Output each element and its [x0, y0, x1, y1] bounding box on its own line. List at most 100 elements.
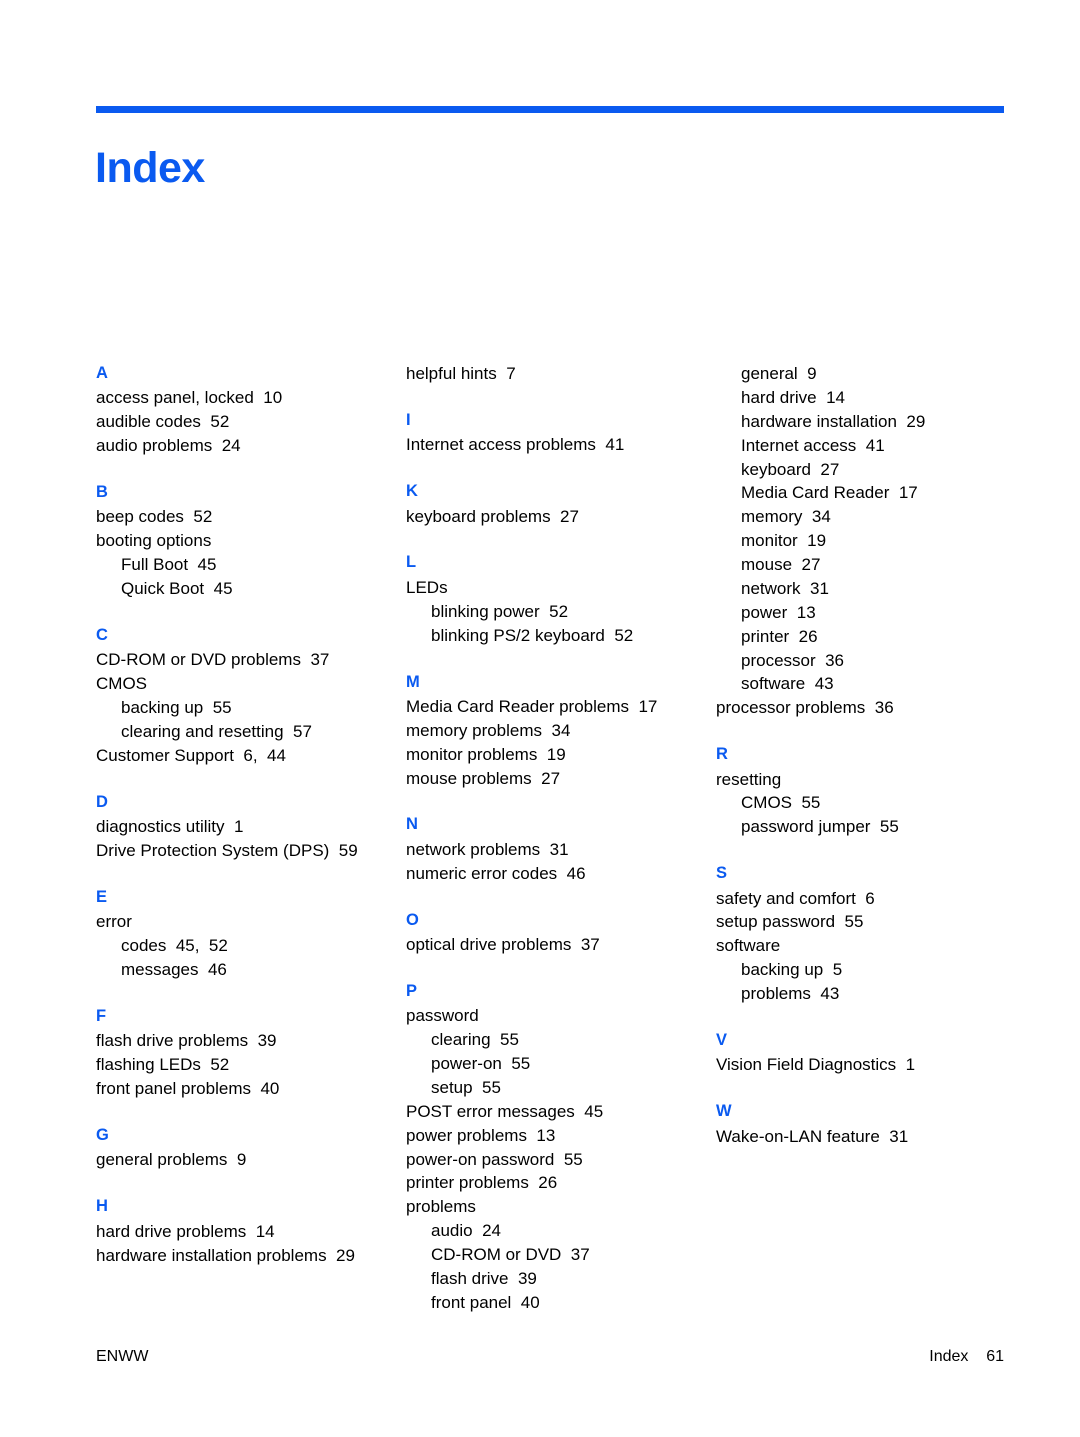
index-entry-locator: 52 [614, 625, 634, 645]
index-entry-locator: 26 [538, 1173, 558, 1193]
index-entry: password jumper 55 [716, 815, 1008, 839]
index-entry-term: hard drive [741, 387, 817, 407]
column-2: helpful hints 7 I Internet access problems… [406, 362, 716, 1315]
letter-heading: D [96, 792, 108, 811]
index-entry: backing up 5 [716, 958, 1008, 982]
index-entry: power 13 [716, 601, 1008, 625]
index-entry-term: Vision Field Diagnostics [716, 1055, 897, 1075]
index-entry-term: Media Card Reader problems [406, 696, 629, 716]
letter-heading: R [716, 745, 728, 764]
index-entry-term: Media Card Reader [741, 483, 890, 503]
letter-heading: K [406, 482, 418, 501]
letter-group-W: W Wake-on-LAN feature 31 [716, 1100, 1008, 1148]
index-entry-locator: 17 [898, 483, 918, 503]
index-entry: power problems 13 [406, 1124, 716, 1148]
index-entry: software 43 [716, 672, 1008, 696]
letter-group-D: Ddiagnostics utility 1 Drive Protection S… [96, 791, 406, 863]
index-entry-locator: 45 [584, 1101, 604, 1121]
index-entry-term: helpful hints [406, 364, 497, 383]
index-entry: POST error messages 45 [406, 1100, 716, 1124]
index-entry-locator: 19 [546, 744, 566, 764]
index-entry-term: Quick Boot [121, 579, 205, 599]
index-entry: audio 24 [406, 1219, 716, 1243]
index-entry: CMOS 55 [716, 791, 1008, 815]
index-entry: LEDs [406, 576, 716, 600]
index-entry-locator: 43 [820, 984, 840, 1004]
index-entry: flash drive 39 [406, 1267, 716, 1291]
index-entry-locator: 45 [213, 579, 233, 599]
index-entry-locator: 27 [560, 506, 579, 526]
continued-entries: general 9 hard drive 14 hardware installat… [716, 362, 1008, 720]
index-entry: clearing and resetting 57 [96, 720, 406, 744]
letter-group-H: Hhard drive problems 14 hardware installa… [96, 1195, 406, 1267]
index-entry: monitor 19 [716, 529, 1008, 553]
index-entry-locator: 55 [844, 912, 864, 932]
index-entry: helpful hints 7 [406, 362, 716, 386]
index-entry-locator: 52 [549, 601, 569, 621]
letter-group-M: M Media Card Reader problems 17 memory pro… [406, 671, 716, 791]
index-entry-locator: 29 [906, 411, 926, 431]
index-entry-term: messages [121, 960, 199, 980]
index-entry: general problems 9 [96, 1148, 406, 1172]
letter-group-O: Ooptical drive problems 37 [406, 909, 716, 957]
index-entry-locator: 1 [233, 817, 244, 837]
index-entry-locator: 29 [336, 1245, 355, 1265]
index-entry-locator: 27 [801, 555, 821, 574]
index-entry-term: password [406, 1006, 479, 1026]
letter-heading: H [96, 1197, 108, 1216]
index-entry-locator: 40 [260, 1079, 280, 1099]
index-entry: Drive Protection System (DPS) 59 [96, 839, 406, 863]
index-entry: software [716, 934, 1008, 958]
letter-group-R: Rresetting CMOS 55 password jumper 55 [716, 743, 1008, 839]
column-3: general 9 hard drive 14 hardware installat… [716, 362, 1008, 1315]
index-entry: CMOS [96, 672, 406, 696]
index-entry-term: audible codes [96, 412, 201, 432]
index-entry-locator: 55 [879, 817, 899, 837]
index-entry-locator: 14 [255, 1221, 275, 1241]
index-entry-locator: 13 [536, 1125, 556, 1145]
index-entry-locator: 52 [193, 507, 213, 527]
index-entry-locator: 36 [874, 698, 894, 718]
index-entry-locator: 39 [517, 1268, 537, 1288]
letter-heading: S [716, 864, 728, 883]
index-entry: blinking power 52 [406, 600, 716, 624]
index-entry: monitor problems 19 [406, 743, 716, 767]
index-entry-locator: 34 [551, 720, 571, 740]
index-entry-term: access panel, locked [96, 388, 254, 408]
index-entry: blinking PS/2 keyboard 52 [406, 624, 716, 648]
index-entry: power-on password 55 [406, 1148, 716, 1172]
index-entry-term: Full Boot [121, 555, 189, 575]
letter-heading: M [406, 672, 420, 691]
index-entry: safety and comfort 6 [716, 887, 1008, 911]
index-entry: keyboard problems 27 [406, 505, 716, 529]
letter-heading: A [96, 364, 108, 382]
index-entry-locator: 55 [212, 698, 232, 718]
index-entry: mouse 27 [716, 553, 1008, 577]
index-entry-term: Drive Protection System (DPS) [96, 841, 330, 861]
index-entry-locator: 41 [605, 435, 625, 455]
letter-group-V: V Vision Field Diagnostics 1 [716, 1029, 1008, 1077]
column-1: Aaccess panel, locked 10 audible codes 52… [96, 362, 406, 1315]
index-entry-term: numeric error codes [406, 863, 558, 883]
index-entry: backing up 55 [96, 696, 406, 720]
index-entry-term: Internet access problems [406, 435, 596, 455]
index-entry-term: processor [741, 650, 816, 670]
index-entry-term: diagnostics utility [96, 817, 225, 837]
footer-page-number: Index 61 [929, 1348, 1004, 1365]
letter-group-C: C CD-ROM or DVD problems 37 CMOS backing up… [96, 624, 406, 768]
index-entry-locator: 46 [566, 863, 586, 883]
index-entry: CD-ROM or DVD problems 37 [96, 648, 406, 672]
index-entry-term: power-on [431, 1054, 502, 1074]
index-entry: problems 43 [716, 982, 1008, 1006]
index-entry-locator: 7 [506, 364, 516, 383]
index-entry: memory problems 34 [406, 719, 716, 743]
index-entry: flash drive problems 39 [96, 1029, 406, 1053]
index-entry-term: problems [406, 1197, 476, 1217]
letter-heading: F [96, 1006, 107, 1025]
index-entry-locator: 46 [207, 960, 227, 980]
index-entry-term: password jumper [741, 817, 871, 837]
page-footer: ENWW Index 61 [96, 1348, 1004, 1366]
index-entry: optical drive problems 37 [406, 933, 716, 957]
index-entry-locator: 13 [796, 602, 816, 622]
index-entry-term: CD-ROM or DVD problems [96, 650, 301, 670]
